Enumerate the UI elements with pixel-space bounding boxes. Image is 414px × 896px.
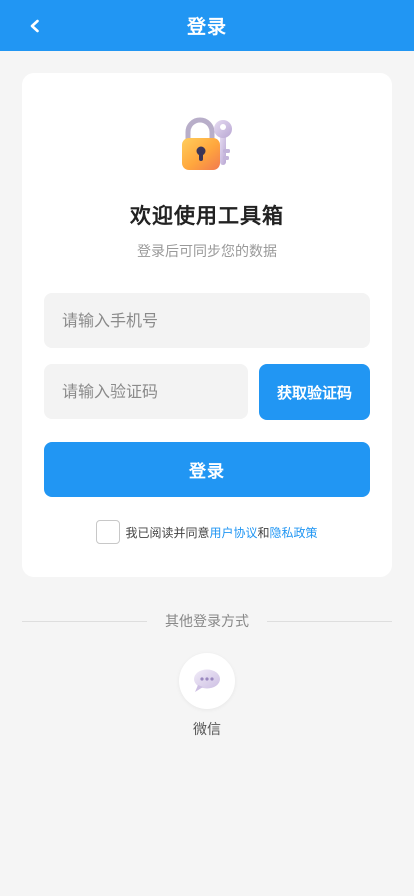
user-agreement-link[interactable]: 用户协议 [209, 524, 257, 541]
agreement-row: 我已阅读并同意 用户协议 和 隐私政策 [22, 520, 392, 544]
agreement-checkbox[interactable] [96, 520, 121, 544]
divider-line-left [22, 620, 147, 622]
welcome-heading: 欢迎使用工具箱 [130, 204, 284, 228]
divider-line-right [267, 620, 392, 622]
welcome-subtitle: 登录后可同步您的数据 [137, 244, 277, 260]
phone-input[interactable] [44, 293, 370, 348]
privacy-policy-link[interactable]: 隐私政策 [270, 524, 318, 541]
verification-code-input[interactable] [44, 364, 248, 419]
speech-bubble-icon [194, 669, 220, 692]
other-login-title: 其他登录方式 [165, 614, 249, 630]
get-code-button[interactable]: 获取验证码 [259, 364, 370, 420]
page-title: 登录 [186, 16, 227, 38]
agreement-text: 我已阅读并同意 [125, 525, 210, 540]
login-button[interactable]: 登录 [44, 442, 370, 497]
agreement-and-text: 和 [257, 525, 270, 540]
wechat-login-button[interactable] [179, 653, 235, 709]
other-login-divider: 其他登录方式 [22, 611, 392, 631]
login-card: 欢迎使用工具箱 登录后可同步您的数据 获取验证码 登录 我已阅读并同意 用户协议… [22, 73, 392, 577]
lock-with-key-icon [182, 117, 232, 170]
top-bar: 登录 [0, 0, 414, 51]
chevron-left-icon [30, 19, 39, 32]
back-button[interactable] [20, 0, 50, 51]
wechat-login-label: 微信 [193, 722, 221, 738]
